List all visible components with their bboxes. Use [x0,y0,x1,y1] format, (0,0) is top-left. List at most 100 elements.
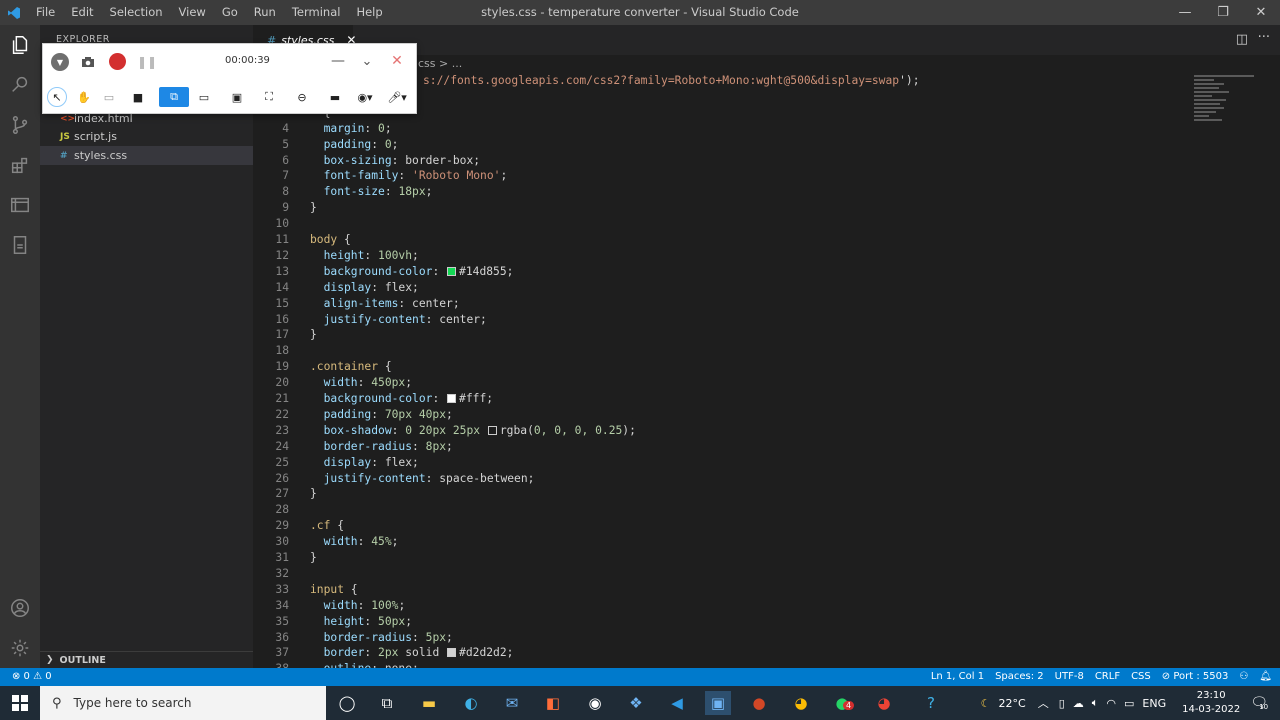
code-line[interactable]: 31} [253,550,1213,566]
code-line[interactable]: 34 width: 100%; [253,598,1213,614]
windows-start-icon[interactable] [0,686,40,720]
code-line[interactable]: 16 justify-content: center; [253,312,1213,328]
color-swatch[interactable] [447,266,457,276]
line-ending[interactable]: CRLF [1095,668,1120,686]
feedback-icon[interactable]: ⚇ [1239,668,1248,686]
clock[interactable]: 23:10 14-03-2022 [1182,689,1240,717]
chevron-down-icon[interactable]: ▼ [51,53,69,71]
battery-icon[interactable]: ▭ [1124,697,1134,710]
account-icon[interactable] [0,588,40,628]
webcam-icon[interactable]: ◉▾ [351,87,379,107]
code-line[interactable]: 32 [253,566,1213,582]
pen-icon[interactable]: ▭ [98,87,120,107]
code-line[interactable]: 23 box-shadow: 0 20px 25px rgba(0, 0, 0,… [253,423,1213,439]
task-view-icon[interactable]: ⧉ [374,691,400,715]
onedrive-cloud-icon[interactable]: ☁ [1073,697,1084,710]
chevron-up-icon[interactable]: ︿ [1038,695,1049,711]
monitor-icon[interactable]: ▭ [193,87,215,107]
code-line[interactable]: 6 box-sizing: border-box; [253,153,1213,169]
code-line[interactable]: 27} [253,486,1213,502]
testing-icon[interactable] [0,225,40,265]
language-indicator[interactable]: ENG [1142,697,1166,710]
code-line[interactable]: 4 margin: 0; [253,121,1213,137]
explorer-icon[interactable] [0,25,40,65]
notification-center-icon[interactable]: 🗨︎ 10 [1250,695,1268,711]
color-swatch[interactable] [487,425,497,435]
code-editor[interactable]: s://fonts.googleapis.com/css2?family=Rob… [253,73,1280,668]
remote-explorer-icon[interactable] [0,185,40,225]
code-line[interactable]: 19 .container { [253,359,1213,375]
problems-indicator[interactable]: ⊗ 0 ⚠ 0 [12,668,52,686]
code-line[interactable]: 37 border: 2px solid #d2d2d2; [253,645,1213,661]
chrome-profile-icon[interactable]: ◕ [871,691,897,715]
file-item-script-js[interactable]: JS script.js [40,127,253,146]
minimize-button[interactable]: — [1166,0,1204,25]
cortana-icon[interactable]: ◯ [334,691,360,715]
code-line[interactable]: 7 font-family: 'Roboto Mono'; [253,168,1213,184]
help-icon[interactable]: ? [918,691,944,715]
pause-icon[interactable]: ❚❚ [137,54,157,70]
code-line[interactable]: 18 [253,343,1213,359]
taskbar-search-input[interactable]: ⚲ Type here to search [40,686,326,720]
cursor-position[interactable]: Ln 1, Col 1 [931,668,984,686]
code-line[interactable]: 24 border-radius: 8px; [253,439,1213,455]
office-icon[interactable]: ◧ [540,691,566,715]
menu-run[interactable]: Run [246,0,284,25]
pointer-icon[interactable]: ↖ [47,87,67,107]
encoding[interactable]: UTF-8 [1055,668,1084,686]
indentation[interactable]: Spaces: 2 [995,668,1044,686]
code-line[interactable]: 21 background-color: #fff; [253,391,1213,407]
search-icon[interactable] [0,65,40,105]
menu-terminal[interactable]: Terminal [284,0,349,25]
code-line[interactable]: 13 background-color: #14d855; [253,264,1213,280]
code-line[interactable]: 5 padding: 0; [253,137,1213,153]
code-line[interactable]: 22 padding: 70px 40px; [253,407,1213,423]
code-line[interactable]: 30 width: 45%; [253,534,1213,550]
wifi-icon[interactable]: ◠ [1106,697,1116,710]
code-line[interactable]: 14 display: flex; [253,280,1213,296]
code-line[interactable]: 25 display: flex; [253,455,1213,471]
file-item-styles-css[interactable]: # styles.css [40,146,253,165]
code-line[interactable]: 20 width: 450px; [253,375,1213,391]
menu-file[interactable]: File [28,0,63,25]
edge-icon[interactable]: ◐ [458,691,484,715]
live-server-port[interactable]: ⊘ Port : 5503 [1162,668,1229,686]
language-mode[interactable]: CSS [1131,668,1151,686]
file-explorer-icon[interactable]: ▬ [416,691,442,715]
menu-selection[interactable]: Selection [102,0,171,25]
menu-edit[interactable]: Edit [63,0,101,25]
microphone-icon[interactable]: 🎤︎▾ [383,87,411,107]
link-icon[interactable]: ⊖ [291,87,313,107]
camera-icon[interactable]: ■ [127,87,149,107]
extensions-icon[interactable] [0,145,40,185]
code-line[interactable]: 11 body { [253,232,1213,248]
split-editor-icon[interactable]: ◫ [1236,32,1248,47]
settings-gear-icon[interactable] [0,628,40,668]
code-line[interactable]: 26 justify-content: space-between; [253,471,1213,487]
region-icon[interactable]: ⧉ [159,87,189,107]
dropbox-icon[interactable]: ❖ [623,691,649,715]
record-button[interactable] [109,53,126,70]
code-line[interactable]: 38 outline: none; [253,661,1213,668]
screenshot-camera-icon[interactable] [79,53,97,71]
code-line[interactable]: 9} [253,200,1213,216]
code-line[interactable]: 8 font-size: 18px; [253,184,1213,200]
volume-icon[interactable]: 🔈︎ [1092,696,1099,710]
code-line[interactable]: 15 align-items: center; [253,296,1213,312]
color-swatch[interactable] [447,394,457,403]
code-line[interactable]: 17} [253,327,1213,343]
close-window-button[interactable]: ✕ [1242,0,1280,25]
color-swatch[interactable] [447,648,457,658]
mail-icon[interactable]: ✉ [499,691,525,715]
outline-section[interactable]: ❯ OUTLINE [40,651,253,668]
code-line[interactable]: 28 [253,502,1213,518]
code-line[interactable]: 29 .cf { [253,518,1213,534]
code-line[interactable]: 36 border-radius: 5px; [253,630,1213,646]
recorder-taskbar-icon[interactable]: ▣ [705,691,731,715]
hand-icon[interactable]: ✋ [73,87,95,107]
code-line[interactable]: 35 height: 50px; [253,614,1213,630]
source-control-icon[interactable] [0,105,40,145]
fullscreen-icon[interactable]: ⛶ [258,87,280,107]
device-icon[interactable]: ▯ [1059,697,1065,710]
powerpoint-icon[interactable]: ● [746,691,772,715]
